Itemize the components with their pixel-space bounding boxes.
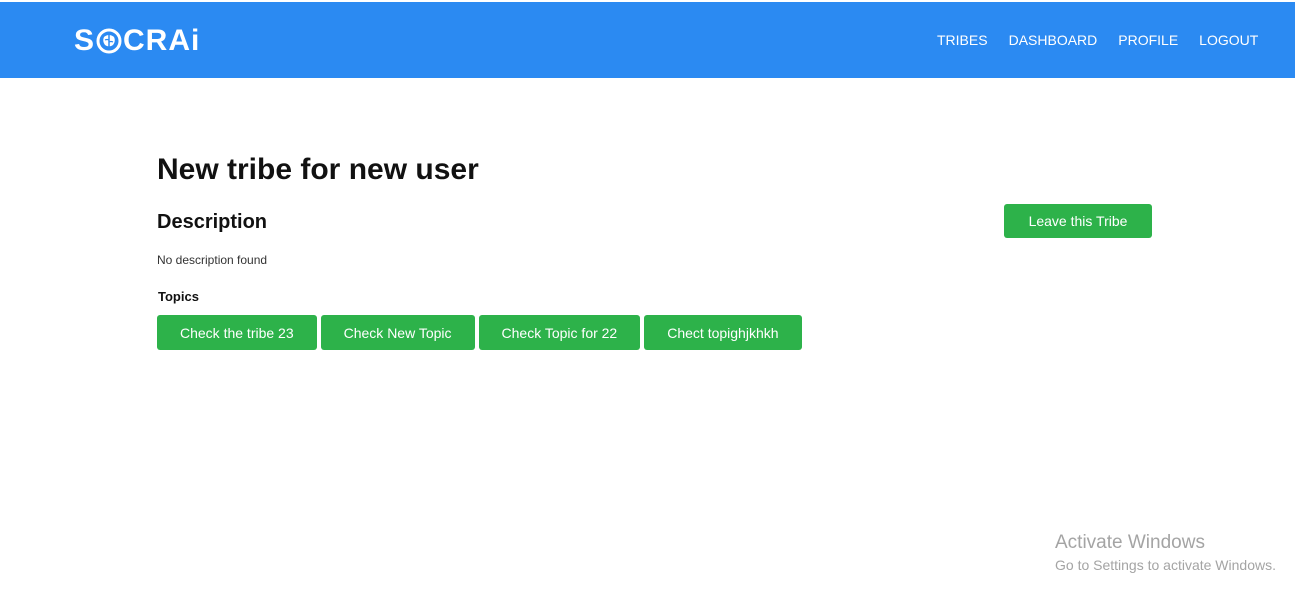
nav-profile-link[interactable]: PROFILE [1118,32,1178,48]
socrai-logo[interactable]: S CR Ai [74,24,200,58]
top-navbar: S CR Ai TRIBES DASHBOARD PROFILE LOGOUT [0,2,1295,78]
watermark-title: Activate Windows [1055,532,1205,553]
brain-icon [96,27,122,55]
nav-tribes-link[interactable]: TRIBES [937,32,988,48]
topic-button[interactable]: Check New Topic [320,315,475,350]
nav-logout-link[interactable]: LOGOUT [1199,32,1258,48]
activate-windows-watermark: Activate Windows Go to Settings to activ… [1055,532,1276,574]
leave-tribe-button[interactable]: Leave this Tribe [1004,204,1152,238]
topic-button[interactable]: Check Topic for 22 [478,315,641,350]
topic-button[interactable]: Check the tribe 23 [157,315,317,350]
logo-text-mid: CR [123,24,169,57]
description-text: No description found [157,253,268,267]
logo-text-accent: Ai [168,24,201,57]
logo-text-start: S [74,24,96,57]
description-heading: Description [157,211,268,233]
page-title: New tribe for new user [157,153,479,186]
topics-list: Check the tribe 23 Check New Topic Check… [157,315,802,350]
topic-button[interactable]: Chect topighjkhkh [644,315,802,350]
nav-links: TRIBES DASHBOARD PROFILE LOGOUT [937,32,1279,48]
nav-dashboard-link[interactable]: DASHBOARD [1009,32,1098,48]
topics-heading: Topics [158,289,199,304]
watermark-subtitle: Go to Settings to activate Windows. [1055,557,1276,573]
